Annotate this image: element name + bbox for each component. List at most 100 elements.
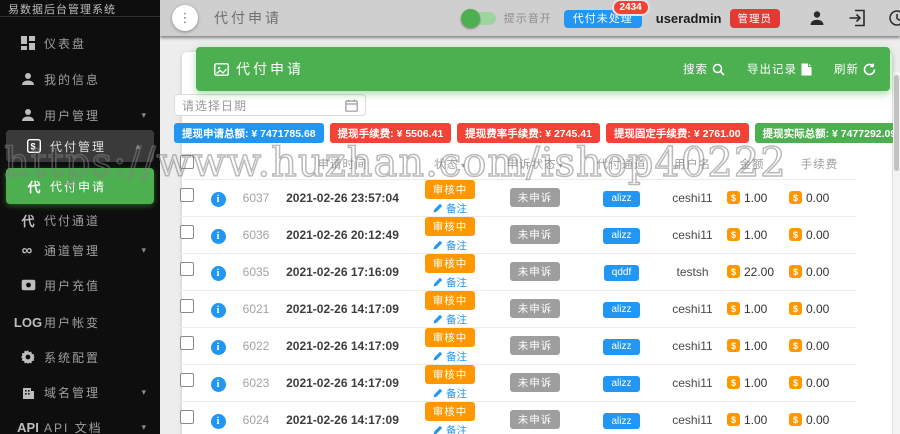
note-link[interactable]: 备注: [409, 349, 491, 364]
sidebar-item-my-info[interactable]: 我的信息: [0, 63, 160, 95]
pencil-icon: [433, 351, 443, 361]
dollar-icon: $: [789, 265, 802, 278]
info-icon[interactable]: i: [211, 266, 226, 281]
sidebar-item-daifu-management[interactable]: $ 代付管理 ▴: [6, 130, 154, 162]
scrollbar-thumb[interactable]: [894, 75, 899, 171]
col-status[interactable]: 状态▾: [409, 149, 491, 179]
profile-icon[interactable]: [808, 9, 826, 27]
info-icon[interactable]: i: [211, 414, 226, 429]
sidebar-item-channel-management[interactable]: ∞ 通道管理 ▾: [0, 234, 160, 266]
api-text-icon: API: [18, 420, 38, 434]
refresh-button[interactable]: 刷新: [834, 61, 876, 77]
pending-daifu-button[interactable]: 代付未处理 2434: [564, 9, 642, 27]
table-row: i 6021 2021-02-26 14:17:09 审核中 备注 未申诉 al…: [174, 290, 856, 327]
sidebar-item-label: 代付通道: [44, 212, 100, 229]
date-picker-input[interactable]: 请选择日期: [174, 94, 366, 116]
row-time: 2021-02-26 14:17:09: [276, 290, 409, 327]
row-checkbox[interactable]: [180, 299, 194, 313]
pencil-icon: [433, 203, 443, 213]
info-icon[interactable]: i: [211, 229, 226, 244]
dollar-icon: $: [727, 228, 740, 241]
search-icon: [712, 63, 725, 76]
note-link[interactable]: 备注: [409, 201, 491, 216]
sidebar-item-system-config[interactable]: 系统配置: [0, 341, 160, 373]
stat-badge: 提现费率手续费: ¥ 2745.41: [457, 123, 600, 143]
row-user: ceshi11: [664, 327, 721, 364]
row-checkbox[interactable]: [180, 188, 194, 202]
row-fee: 0.00: [806, 265, 829, 279]
kebab-menu-button[interactable]: ⋮: [172, 5, 198, 31]
app-title: 易数据后台管理系统: [8, 1, 116, 17]
appeal-badge: 未申诉: [510, 262, 561, 281]
info-icon[interactable]: i: [211, 340, 226, 355]
dollar-icon: $: [727, 302, 740, 315]
info-icon[interactable]: i: [211, 377, 226, 392]
refresh-icon: [863, 63, 876, 76]
logout-icon[interactable]: [848, 9, 866, 27]
calendar-icon: [345, 99, 358, 112]
select-all-checkbox[interactable]: [180, 155, 194, 169]
row-checkbox[interactable]: [180, 373, 194, 387]
note-link[interactable]: 备注: [409, 423, 491, 434]
table-row: i 6024 2021-02-26 14:17:09 审核中 备注 未申诉 al…: [174, 401, 856, 434]
sidebar-item-api-docs[interactable]: API API 文档 ▾: [0, 411, 160, 434]
info-icon[interactable]: i: [211, 303, 226, 318]
vertical-scrollbar[interactable]: [893, 72, 900, 434]
note-link[interactable]: 备注: [409, 386, 491, 401]
sidebar-divider: [0, 16, 160, 17]
col-fee: 手续费: [783, 149, 856, 179]
sidebar-item-daifu-channel[interactable]: 代 代付通道: [0, 204, 160, 236]
sidebar-item-user-recharge[interactable]: 用户充值: [0, 269, 160, 301]
sidebar-item-dashboard[interactable]: 仪表盘: [0, 27, 160, 59]
user-icon: [18, 108, 38, 122]
dollar-icon: $: [789, 413, 802, 426]
dashboard-icon: [18, 36, 38, 50]
row-checkbox[interactable]: [180, 262, 194, 276]
row-user: ceshi11: [664, 364, 721, 401]
dollar-icon: $: [727, 339, 740, 352]
support-clock-icon[interactable]: [888, 9, 900, 27]
note-link[interactable]: 备注: [409, 312, 491, 327]
row-amount: 1.00: [744, 339, 767, 353]
sidebar-item-user-management[interactable]: 用户管理 ▾: [0, 99, 160, 131]
info-icon[interactable]: i: [211, 192, 226, 207]
status-badge: 审核中: [425, 402, 476, 421]
table-row: i 6023 2021-02-26 14:17:09 审核中 备注 未申诉 al…: [174, 364, 856, 401]
row-checkbox[interactable]: [180, 410, 194, 424]
search-button[interactable]: 搜索: [683, 61, 725, 77]
row-id: 6022: [236, 327, 276, 364]
sound-toggle[interactable]: [464, 12, 496, 25]
col-id: [236, 149, 276, 179]
row-amount: 1.00: [744, 228, 767, 242]
channel-badge: alizz: [603, 376, 639, 392]
status-badge: 审核中: [425, 365, 476, 384]
chevron-down-icon: ▾: [461, 161, 466, 170]
chevron-down-icon: ▾: [141, 245, 148, 256]
sidebar-item-domain-management[interactable]: 域名管理 ▾: [0, 376, 160, 408]
chevron-down-icon: ▾: [141, 387, 148, 398]
table-row: i 6036 2021-02-26 20:12:49 审核中 备注 未申诉 al…: [174, 216, 856, 253]
sidebar-item-user-ledger[interactable]: LOG 用户帐变: [0, 306, 160, 338]
export-button[interactable]: 导出记录: [747, 61, 812, 77]
money-card-icon: [18, 279, 38, 291]
col-info: [200, 149, 236, 179]
row-fee: 0.00: [806, 228, 829, 242]
note-link[interactable]: 备注: [409, 275, 491, 290]
col-user: 用户名: [664, 149, 721, 179]
note-link[interactable]: 备注: [409, 238, 491, 253]
col-appeal[interactable]: 申诉状态▾: [491, 149, 579, 179]
sidebar-item-daifu-request[interactable]: 代 代付申请: [6, 168, 154, 204]
sidebar-item-label: 用户管理: [44, 107, 100, 124]
row-checkbox[interactable]: [180, 225, 194, 239]
row-checkbox[interactable]: [180, 336, 194, 350]
sidebar-item-label: API 文档: [44, 419, 103, 434]
row-id: 6021: [236, 290, 276, 327]
card-body: 请选择日期 提现申请总额: ¥ 7471785.68提现手续费: ¥ 5506.…: [174, 94, 856, 434]
appeal-badge: 未申诉: [510, 336, 561, 355]
username: useradmin: [656, 11, 722, 26]
dollar-icon: $: [727, 191, 740, 204]
stat-badge: 提现申请总额: ¥ 7471785.68: [174, 123, 324, 143]
row-user: testsh: [664, 253, 721, 290]
dai-text-icon: 代: [24, 177, 44, 196]
appeal-badge: 未申诉: [510, 299, 561, 318]
